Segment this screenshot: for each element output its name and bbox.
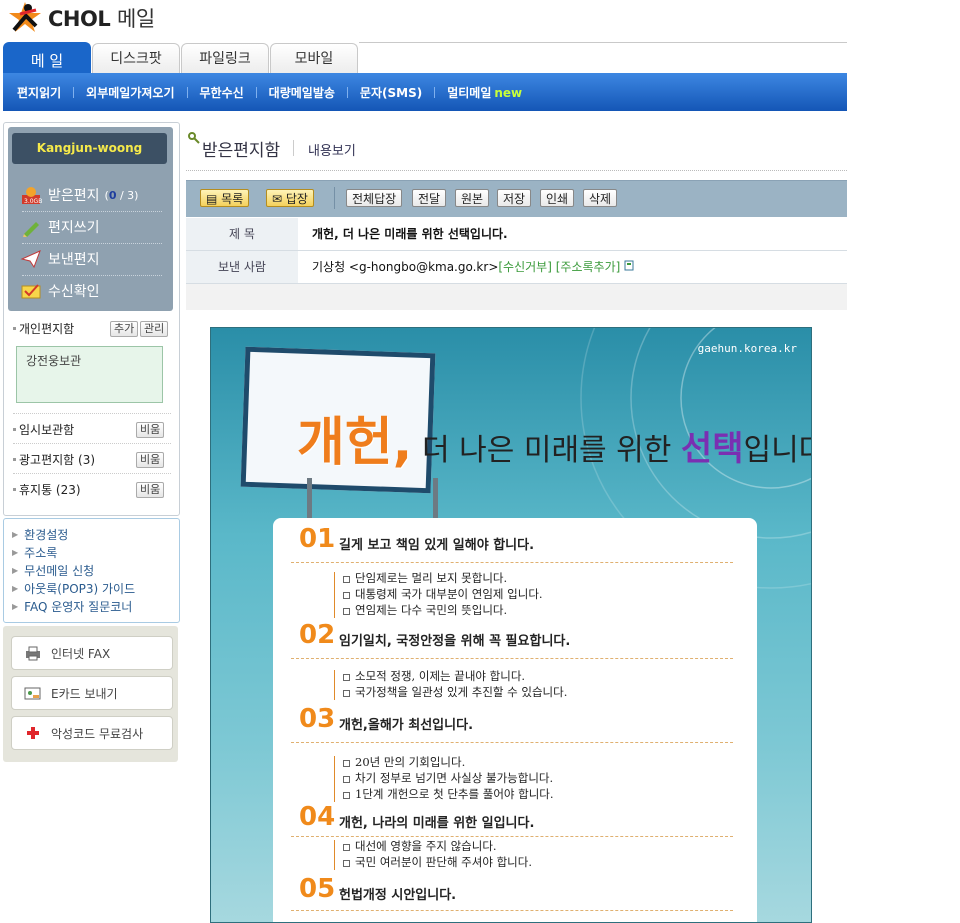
from-value: 기상청 <g-hongbo@kma.go.kr> (312, 260, 499, 274)
envelope-check-icon (20, 281, 44, 301)
tab-mobile[interactable]: 모바일 (270, 43, 358, 74)
link-outlook[interactable]: ▶ 아웃룩(POP3) 가이드 (4, 579, 179, 597)
tab-diskpot[interactable]: 디스크팟 (92, 43, 180, 74)
section-title: 개헌,올해가 최선입니다. (339, 718, 474, 733)
section-bullet: 1단계 개헌으로 첫 단추를 풀어야 합니다. (343, 786, 554, 802)
from-label: 보낸 사람 (186, 251, 298, 283)
mailbox-title-bar: 받은편지함 내용보기 (186, 130, 847, 171)
key-icon (188, 132, 200, 147)
red-cross-icon (24, 725, 42, 741)
forward-button[interactable]: 전달 (412, 189, 447, 207)
subnav-bulk[interactable]: 대량메일발송 (269, 84, 335, 101)
print-button[interactable]: 인쇄 (540, 189, 575, 207)
malware-scan-button[interactable]: 악성코드 무료검사 (11, 716, 173, 750)
folder-compose[interactable]: 편지쓰기 (20, 213, 161, 241)
banner-headline: 개헌, 더 나은 미래를 위한 선택입니다. (297, 413, 811, 473)
section-title: 헌법개정 시안입니다. (339, 888, 457, 903)
subnav-import[interactable]: 외부메일가져오기 (86, 84, 174, 101)
link-settings[interactable]: ▶ 환경설정 (4, 525, 179, 543)
empty-temp-button[interactable]: 비움 (136, 422, 165, 438)
pencil-icon (20, 217, 44, 237)
subnav-multimail[interactable]: 멀티메일 new (447, 84, 522, 101)
section-bullet: 소모적 정쟁, 이제는 끝내야 합니다. (343, 668, 525, 684)
tab-mail[interactable]: 메 일 (3, 42, 91, 75)
page-subtitle: 내용보기 (308, 144, 356, 159)
manage-folder-button[interactable]: 관리 (140, 321, 169, 337)
from-line: 기상청 <g-hongbo@kma.go.kr>[수신거부] [주소록추가] (312, 251, 634, 283)
section-number: 03 (299, 704, 336, 734)
section-number: 04 (299, 802, 336, 832)
personal-folder-list: 강전웅보관 (16, 346, 163, 403)
email-banner-image: gaehun.korea.kr 개헌, 더 나은 미래를 위한 선택입니다. 0… (210, 327, 812, 923)
addressbook-icon[interactable] (624, 260, 634, 274)
page-title: 받은편지함 (202, 141, 281, 161)
mailbox-sidebar: Kangjun-woong 3.0GB 받은편지 (0 / 3) 편지쓰기 보낸… (3, 122, 180, 516)
fax-service-button[interactable]: 인터넷 FAX (11, 636, 173, 670)
section-title: 개헌, 나라의 미래를 위한 일입니다. (339, 816, 535, 831)
folder-inbox[interactable]: 3.0GB 받은편지 (0 / 3) (20, 181, 161, 209)
subject-label: 제 목 (186, 218, 298, 250)
link-faq[interactable]: ▶ FAQ 운영자 질문코너 (4, 597, 179, 615)
message-toolbar: ▤ 목록 ✉ 답장 전체답장 전달 원본 저장 인쇄 삭제 (186, 180, 847, 217)
section-title: 임기일치, 국정안정을 위해 꼭 필요합니다. (339, 634, 571, 649)
new-badge: new (494, 85, 523, 100)
section-bullet: 대통령제 국가 대부분이 연임제 입니다. (343, 586, 543, 602)
ecard-service-button[interactable]: E카드 보내기 (11, 676, 173, 710)
section-title: 길게 보고 책임 있게 일해야 합니다. (339, 538, 535, 553)
inbox-icon: 3.0GB (20, 185, 44, 205)
section-bullet: 차기 정부로 넘기면 사실상 불가능합니다. (343, 770, 553, 786)
add-to-addressbook-link[interactable]: [주소록추가] (556, 260, 621, 274)
folder-sent[interactable]: 보낸편지 (20, 245, 161, 273)
printer-icon (24, 645, 42, 661)
extra-services: 인터넷 FAX E카드 보내기 악성코드 무료검사 (3, 626, 178, 762)
user-name: Kangjun-woong (12, 133, 167, 164)
link-addressbook[interactable]: ▶ 주소록 (4, 543, 179, 561)
subject-value: 개헌, 더 나은 미래를 위한 선택입니다. (312, 227, 508, 241)
subnav-read[interactable]: 편지읽기 (17, 84, 61, 101)
section-bullet: 대선에 영향을 주지 않습니다. (343, 838, 497, 854)
message-header: 제 목 개헌, 더 나은 미래를 위한 선택입니다. 보낸 사람 기상청 <g-… (186, 218, 847, 285)
subnav-sms[interactable]: 문자(SMS) (360, 84, 422, 101)
delete-button[interactable]: 삭제 (583, 189, 618, 207)
section-number: 01 (299, 524, 336, 554)
service-tabs: 메 일 디스크팟 파일링크 모바일 (3, 42, 847, 75)
personal-folder-item[interactable]: 강전웅보관 (26, 354, 81, 368)
settings-links: ▶ 환경설정 ▶ 주소록 ▶ 무선메일 신청 ▶ 아웃룩(POP3) 가이드 ▶ FAQ … (3, 518, 180, 623)
empty-trash-button[interactable]: 비움 (136, 482, 165, 498)
add-folder-button[interactable]: 추가 (110, 321, 139, 337)
save-button[interactable]: 저장 (497, 189, 532, 207)
section-bullet: 연임제는 다수 국민의 뜻입니다. (343, 602, 507, 618)
list-button[interactable]: ▤ 목록 (200, 189, 250, 207)
section-bullet: 단임제로는 멀리 보지 못합니다. (343, 570, 507, 586)
section-bullet: 국민 여러분이 판단해 주셔야 합니다. (343, 854, 532, 870)
paper-plane-icon (20, 249, 44, 269)
reply-all-button[interactable]: 전체답장 (346, 189, 403, 207)
subnav-unlimited[interactable]: 무한수신 (200, 84, 244, 101)
chol-star-logo-icon (6, 0, 44, 36)
tab-filelink[interactable]: 파일링크 (181, 43, 269, 74)
empty-ads-button[interactable]: 비움 (136, 452, 165, 468)
section-number: 05 (299, 874, 336, 904)
svg-text:3.0GB: 3.0GB (24, 198, 42, 205)
mail-subnav: 편지읽기 외부메일가져오기 무한수신 대량메일발송 문자(SMS) 멀티메일 ne… (3, 73, 847, 111)
header-spacer (186, 284, 847, 310)
link-wireless[interactable]: ▶ 무선메일 신청 (4, 561, 179, 579)
reply-button[interactable]: ✉ 답장 (266, 189, 314, 207)
banner-card: 01 길게 보고 책임 있게 일해야 합니다. 단임제로는 멀리 보지 못합니다… (273, 518, 757, 922)
section-bullet: 국가정책을 일관성 있게 추진할 수 있습니다. (343, 684, 567, 700)
folder-receipt[interactable]: 수신확인 (20, 277, 161, 305)
logo-text: CHOL 메일 (48, 7, 155, 31)
section-bullet: 20년 만의 기회입니다. (343, 754, 465, 770)
card-icon (24, 685, 42, 701)
source-button[interactable]: 원본 (455, 189, 490, 207)
app-logo[interactable]: CHOL 메일 (6, 0, 155, 36)
section-number: 02 (299, 620, 336, 650)
reject-sender-link[interactable]: [수신거부] (498, 260, 552, 274)
banner-url: gaehun.korea.kr (697, 342, 797, 355)
